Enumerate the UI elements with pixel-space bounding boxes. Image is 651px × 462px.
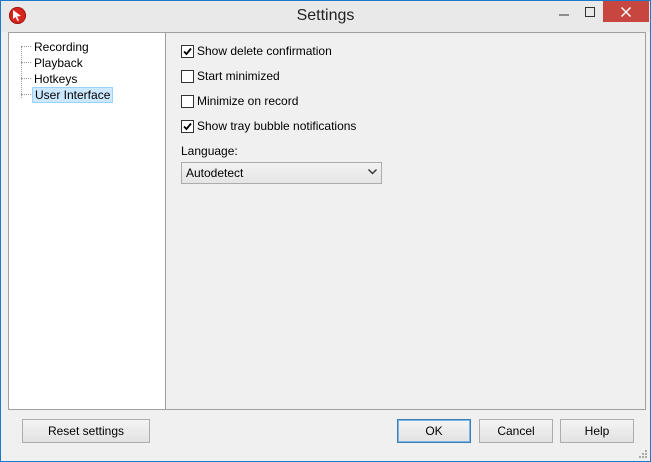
checkbox[interactable] bbox=[181, 120, 194, 133]
help-button[interactable]: Help bbox=[560, 419, 634, 443]
cancel-button[interactable]: Cancel bbox=[479, 419, 553, 443]
maximize-button[interactable] bbox=[577, 1, 603, 22]
close-button[interactable] bbox=[603, 1, 649, 22]
maximize-icon bbox=[585, 6, 595, 17]
reset-settings-button[interactable]: Reset settings bbox=[22, 419, 150, 443]
checkbox[interactable] bbox=[181, 95, 194, 108]
checkmark-icon bbox=[183, 47, 192, 56]
settings-window: Settings Recording Playback Hotkeys User… bbox=[0, 0, 651, 462]
checkbox[interactable] bbox=[181, 70, 194, 83]
tree-item-label: Playback bbox=[34, 56, 83, 70]
language-label: Language: bbox=[181, 144, 238, 158]
tree-item-label: Recording bbox=[34, 40, 89, 54]
option-label: Start minimized bbox=[197, 69, 280, 83]
tree-item-label: Hotkeys bbox=[34, 72, 78, 86]
dialog-footer: Reset settings OK Cancel Help bbox=[1, 409, 650, 461]
ok-button[interactable]: OK bbox=[397, 419, 471, 443]
option-label: Show tray bubble notifications bbox=[197, 119, 357, 133]
resize-grip-icon[interactable] bbox=[637, 448, 647, 458]
chevron-down-icon bbox=[368, 169, 377, 175]
settings-body: Recording Playback Hotkeys User Interfac… bbox=[8, 32, 646, 410]
user-interface-panel: Show delete confirmation Start minimized… bbox=[166, 33, 645, 409]
checkbox[interactable] bbox=[181, 45, 194, 58]
option-label: Show delete confirmation bbox=[197, 44, 332, 58]
minimize-icon bbox=[558, 14, 569, 15]
checkmark-icon bbox=[183, 122, 192, 131]
language-select[interactable]: Autodetect bbox=[181, 162, 382, 184]
close-icon bbox=[620, 6, 632, 17]
title-bar[interactable]: Settings bbox=[1, 1, 650, 32]
category-tree[interactable]: Recording Playback Hotkeys User Interfac… bbox=[9, 33, 166, 409]
option-label: Minimize on record bbox=[197, 94, 299, 108]
minimize-button[interactable] bbox=[550, 1, 577, 22]
language-value: Autodetect bbox=[186, 166, 244, 180]
tree-item-label: User Interface bbox=[32, 87, 114, 103]
